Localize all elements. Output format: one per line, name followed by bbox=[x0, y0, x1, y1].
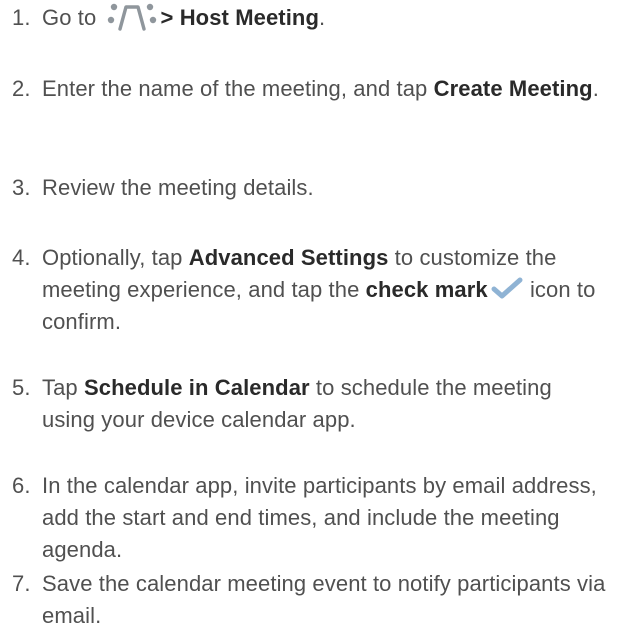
meeting-menu-icon bbox=[105, 2, 159, 32]
step-3: 3. Review the meeting details. bbox=[0, 172, 610, 204]
step-6: 6. In the calendar app, invite participa… bbox=[0, 470, 610, 566]
step-number: 5. bbox=[12, 375, 31, 400]
step-number: 1. bbox=[12, 5, 31, 30]
step-1: 1. Go to > Host Meeting. bbox=[0, 2, 610, 34]
instruction-steps-list: 1. Go to > Host Meeting. 2. Enter the na… bbox=[0, 0, 619, 628]
step-text: Go to > Host Meeting. bbox=[42, 2, 610, 34]
step-number: 4. bbox=[12, 245, 31, 270]
schedule-in-calendar-label: Schedule in Calendar bbox=[83, 375, 310, 400]
step-number: 3. bbox=[12, 175, 31, 200]
step-text: Optionally, tap Advanced Settings to cus… bbox=[42, 245, 596, 334]
step-number: 2. bbox=[12, 76, 31, 101]
step-5: 5. Tap Schedule in Calendar to schedule … bbox=[0, 372, 610, 436]
step-number: 6. bbox=[12, 473, 31, 498]
step-text: Save the calendar meeting event to notif… bbox=[42, 571, 606, 628]
check-mark-label: check mark bbox=[365, 277, 488, 302]
step-7: 7. Save the calendar meeting event to no… bbox=[0, 568, 610, 632]
step-text: Review the meeting details. bbox=[42, 175, 314, 200]
create-meeting-label: Create Meeting bbox=[433, 76, 593, 101]
step-number: 7. bbox=[12, 571, 31, 596]
host-meeting-label: > Host Meeting bbox=[160, 5, 320, 30]
step-text: Tap Schedule in Calendar to schedule the… bbox=[42, 375, 552, 432]
check-mark-icon bbox=[490, 276, 524, 300]
step-text: In the calendar app, invite participants… bbox=[42, 473, 597, 562]
step-4: 4. Optionally, tap Advanced Settings to … bbox=[0, 242, 610, 338]
step-text: Enter the name of the meeting, and tap C… bbox=[42, 76, 599, 101]
step-2: 2. Enter the name of the meeting, and ta… bbox=[0, 73, 610, 105]
advanced-settings-label: Advanced Settings bbox=[188, 245, 389, 270]
